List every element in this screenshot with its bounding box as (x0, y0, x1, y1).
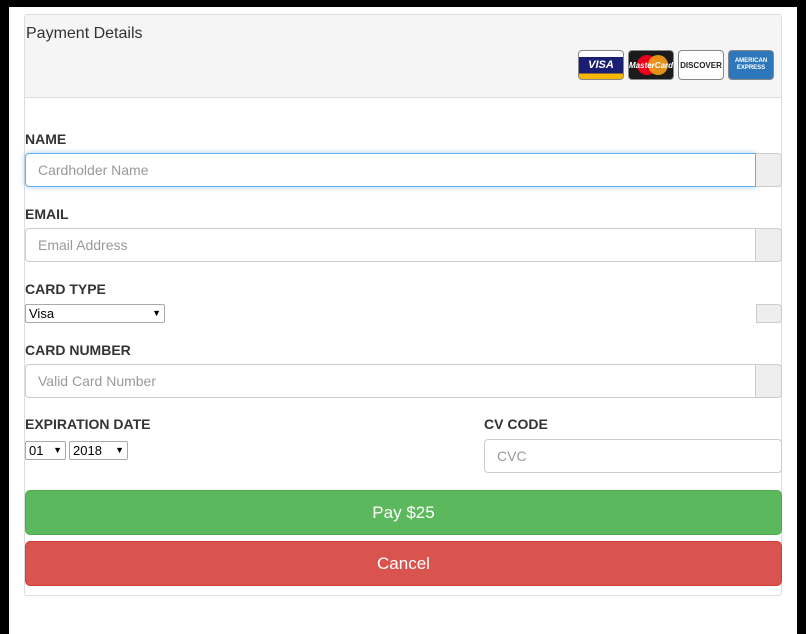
expiration-year-select[interactable]: 2018 ▼ (69, 441, 128, 460)
visa-card-logo: VISA (578, 50, 624, 80)
discover-card-logo: DISCOVER (678, 50, 724, 80)
card-number-addon (756, 364, 782, 398)
name-label: NAME (25, 131, 67, 147)
card-type-value: Visa (29, 306, 55, 321)
chevron-down-icon: ▼ (152, 308, 161, 318)
chevron-down-icon: ▼ (115, 445, 124, 455)
screenshot-frame-left (0, 0, 9, 634)
cv-code-label: CV CODE (484, 416, 548, 432)
cancel-button[interactable]: Cancel (25, 541, 782, 586)
name-input-addon (756, 153, 782, 187)
expiration-month-select[interactable]: 01 ▼ (25, 441, 66, 460)
email-label: EMAIL (25, 206, 69, 222)
card-type-select[interactable]: Visa ▼ (25, 304, 165, 323)
email-input[interactable] (25, 228, 756, 262)
email-input-addon (756, 228, 782, 262)
mastercard-logo: MasterCard (628, 50, 674, 80)
card-number-input[interactable] (25, 364, 756, 398)
expiration-year-value: 2018 (73, 443, 102, 458)
accepted-cards: VISA MasterCard DISCOVER AMERICAN EXPRES… (578, 50, 774, 80)
expiration-month-value: 01 (29, 443, 44, 458)
panel-title: Payment Details (26, 25, 143, 42)
panel-heading: Payment Details VISA MasterCard DISCOVER… (25, 15, 781, 98)
card-number-label: CARD NUMBER (25, 342, 131, 358)
cvc-input[interactable] (484, 439, 782, 473)
amex-card-logo: AMERICAN EXPRESS (728, 50, 774, 80)
card-type-label: CARD TYPE (25, 281, 106, 297)
card-type-addon (756, 304, 782, 323)
expiration-date-label: EXPIRATION DATE (25, 416, 151, 432)
pay-button[interactable]: Pay $25 (25, 490, 782, 535)
screenshot-frame-right (797, 0, 806, 634)
screenshot-frame-top (0, 0, 806, 7)
chevron-down-icon: ▼ (53, 445, 62, 455)
cardholder-name-input[interactable] (25, 153, 756, 187)
